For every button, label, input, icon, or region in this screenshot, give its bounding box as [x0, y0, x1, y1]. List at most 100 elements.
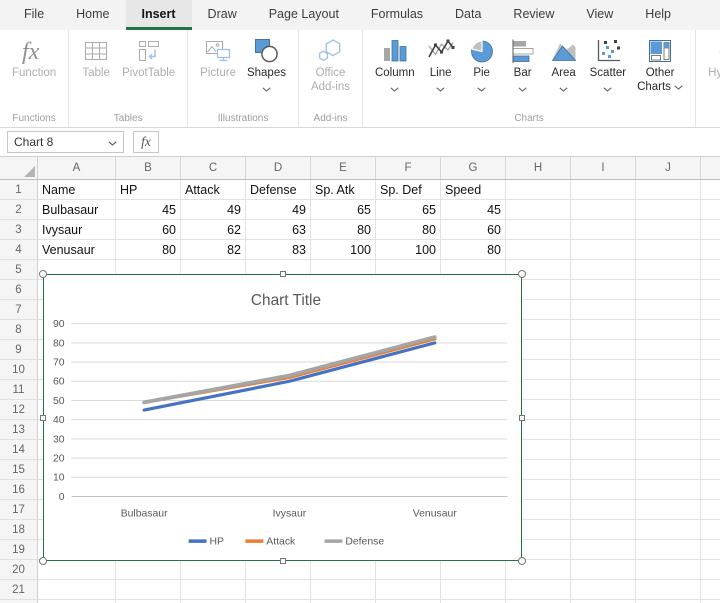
cell-G2[interactable]: 45 [441, 200, 506, 220]
cell-D4[interactable]: 83 [246, 240, 311, 260]
cell-I8[interactable] [571, 320, 636, 340]
cell-B20[interactable] [116, 560, 181, 580]
row-header-14[interactable]: 14 [0, 440, 38, 460]
row-header-19[interactable]: 19 [0, 540, 38, 560]
tab-home[interactable]: Home [60, 0, 125, 30]
tab-draw[interactable]: Draw [192, 0, 253, 30]
row-header-16[interactable]: 16 [0, 480, 38, 500]
row-header-15[interactable]: 15 [0, 460, 38, 480]
ribbon-button-bar[interactable]: Bar [503, 35, 543, 92]
chart-resize-handle-top-middle[interactable] [280, 271, 286, 277]
cell-G1[interactable]: Speed [441, 180, 506, 200]
column-header-E[interactable]: E [311, 157, 376, 179]
chart-resize-handle-bottom-left[interactable] [39, 557, 47, 565]
cell-C3[interactable]: 62 [181, 220, 246, 240]
row-header-4[interactable]: 4 [0, 240, 38, 260]
cell-C4[interactable]: 82 [181, 240, 246, 260]
cell-J13[interactable] [636, 420, 701, 440]
column-header-I[interactable]: I [571, 157, 636, 179]
cell-G4[interactable]: 80 [441, 240, 506, 260]
cell-G20[interactable] [441, 560, 506, 580]
cell-I5[interactable] [571, 260, 636, 280]
row-header-2[interactable]: 2 [0, 200, 38, 220]
cell-I4[interactable] [571, 240, 636, 260]
cell-J5[interactable] [636, 260, 701, 280]
cell-I17[interactable] [571, 500, 636, 520]
cell-D20[interactable] [246, 560, 311, 580]
select-all-corner[interactable] [0, 157, 38, 179]
cell-D1[interactable]: Defense [246, 180, 311, 200]
cell-J14[interactable] [636, 440, 701, 460]
cell-G3[interactable]: 60 [441, 220, 506, 240]
cell-J6[interactable] [636, 280, 701, 300]
cell-I14[interactable] [571, 440, 636, 460]
cell-J3[interactable] [636, 220, 701, 240]
cell-A3[interactable]: Ivysaur [38, 220, 116, 240]
cell-J10[interactable] [636, 360, 701, 380]
cell-I15[interactable] [571, 460, 636, 480]
cell-I11[interactable] [571, 380, 636, 400]
insert-function-button[interactable]: fx [133, 131, 159, 153]
cell-F21[interactable] [376, 580, 441, 600]
cell-A4[interactable]: Venusaur [38, 240, 116, 260]
cell-J1[interactable] [636, 180, 701, 200]
cell-D2[interactable]: 49 [246, 200, 311, 220]
cell-F2[interactable]: 65 [376, 200, 441, 220]
column-header-C[interactable]: C [181, 157, 246, 179]
row-header-9[interactable]: 9 [0, 340, 38, 360]
cell-H20[interactable] [506, 560, 571, 580]
name-box[interactable]: Chart 8 [7, 131, 124, 153]
cell-F3[interactable]: 80 [376, 220, 441, 240]
row-header-11[interactable]: 11 [0, 380, 38, 400]
chart-resize-handle-top-right[interactable] [518, 270, 526, 278]
cell-E21[interactable] [311, 580, 376, 600]
row-header-20[interactable]: 20 [0, 560, 38, 580]
column-header-F[interactable]: F [376, 157, 441, 179]
column-header-J[interactable]: J [636, 157, 701, 179]
row-header-5[interactable]: 5 [0, 260, 38, 280]
cell-J16[interactable] [636, 480, 701, 500]
row-header-13[interactable]: 13 [0, 420, 38, 440]
row-header-10[interactable]: 10 [0, 360, 38, 380]
column-header-D[interactable]: D [246, 157, 311, 179]
row-header-7[interactable]: 7 [0, 300, 38, 320]
cell-D3[interactable]: 63 [246, 220, 311, 240]
cell-H2[interactable] [506, 200, 571, 220]
tab-page-layout[interactable]: Page Layout [253, 0, 355, 30]
chart-resize-handle-top-left[interactable] [39, 270, 47, 278]
column-header-H[interactable]: H [506, 157, 571, 179]
cell-H4[interactable] [506, 240, 571, 260]
column-header-B[interactable]: B [116, 157, 181, 179]
tab-formulas[interactable]: Formulas [355, 0, 439, 30]
cell-I9[interactable] [571, 340, 636, 360]
row-header-8[interactable]: 8 [0, 320, 38, 340]
chart-resize-handle-bottom-middle[interactable] [280, 558, 286, 564]
cell-J15[interactable] [636, 460, 701, 480]
cell-I3[interactable] [571, 220, 636, 240]
cell-F4[interactable]: 100 [376, 240, 441, 260]
row-header-6[interactable]: 6 [0, 280, 38, 300]
cell-J21[interactable] [636, 580, 701, 600]
cell-I2[interactable] [571, 200, 636, 220]
cell-I20[interactable] [571, 560, 636, 580]
ribbon-button-line[interactable]: Line [421, 35, 461, 92]
formula-input[interactable] [166, 131, 720, 153]
cell-A1[interactable]: Name [38, 180, 116, 200]
tab-view[interactable]: View [570, 0, 629, 30]
cell-A21[interactable] [38, 580, 116, 600]
ribbon-button-area[interactable]: Area [544, 35, 584, 92]
cell-F1[interactable]: Sp. Def [376, 180, 441, 200]
cell-J18[interactable] [636, 520, 701, 540]
cell-B2[interactable]: 45 [116, 200, 181, 220]
chart-resize-handle-middle-right[interactable] [519, 415, 525, 421]
ribbon-button-column[interactable]: Column [370, 35, 420, 92]
cell-J8[interactable] [636, 320, 701, 340]
tab-data[interactable]: Data [439, 0, 497, 30]
cell-E1[interactable]: Sp. Atk [311, 180, 376, 200]
cell-H1[interactable] [506, 180, 571, 200]
cell-I6[interactable] [571, 280, 636, 300]
tab-help[interactable]: Help [629, 0, 687, 30]
cell-B1[interactable]: HP [116, 180, 181, 200]
ribbon-button-shapes[interactable]: Shapes [242, 35, 291, 92]
cell-E20[interactable] [311, 560, 376, 580]
